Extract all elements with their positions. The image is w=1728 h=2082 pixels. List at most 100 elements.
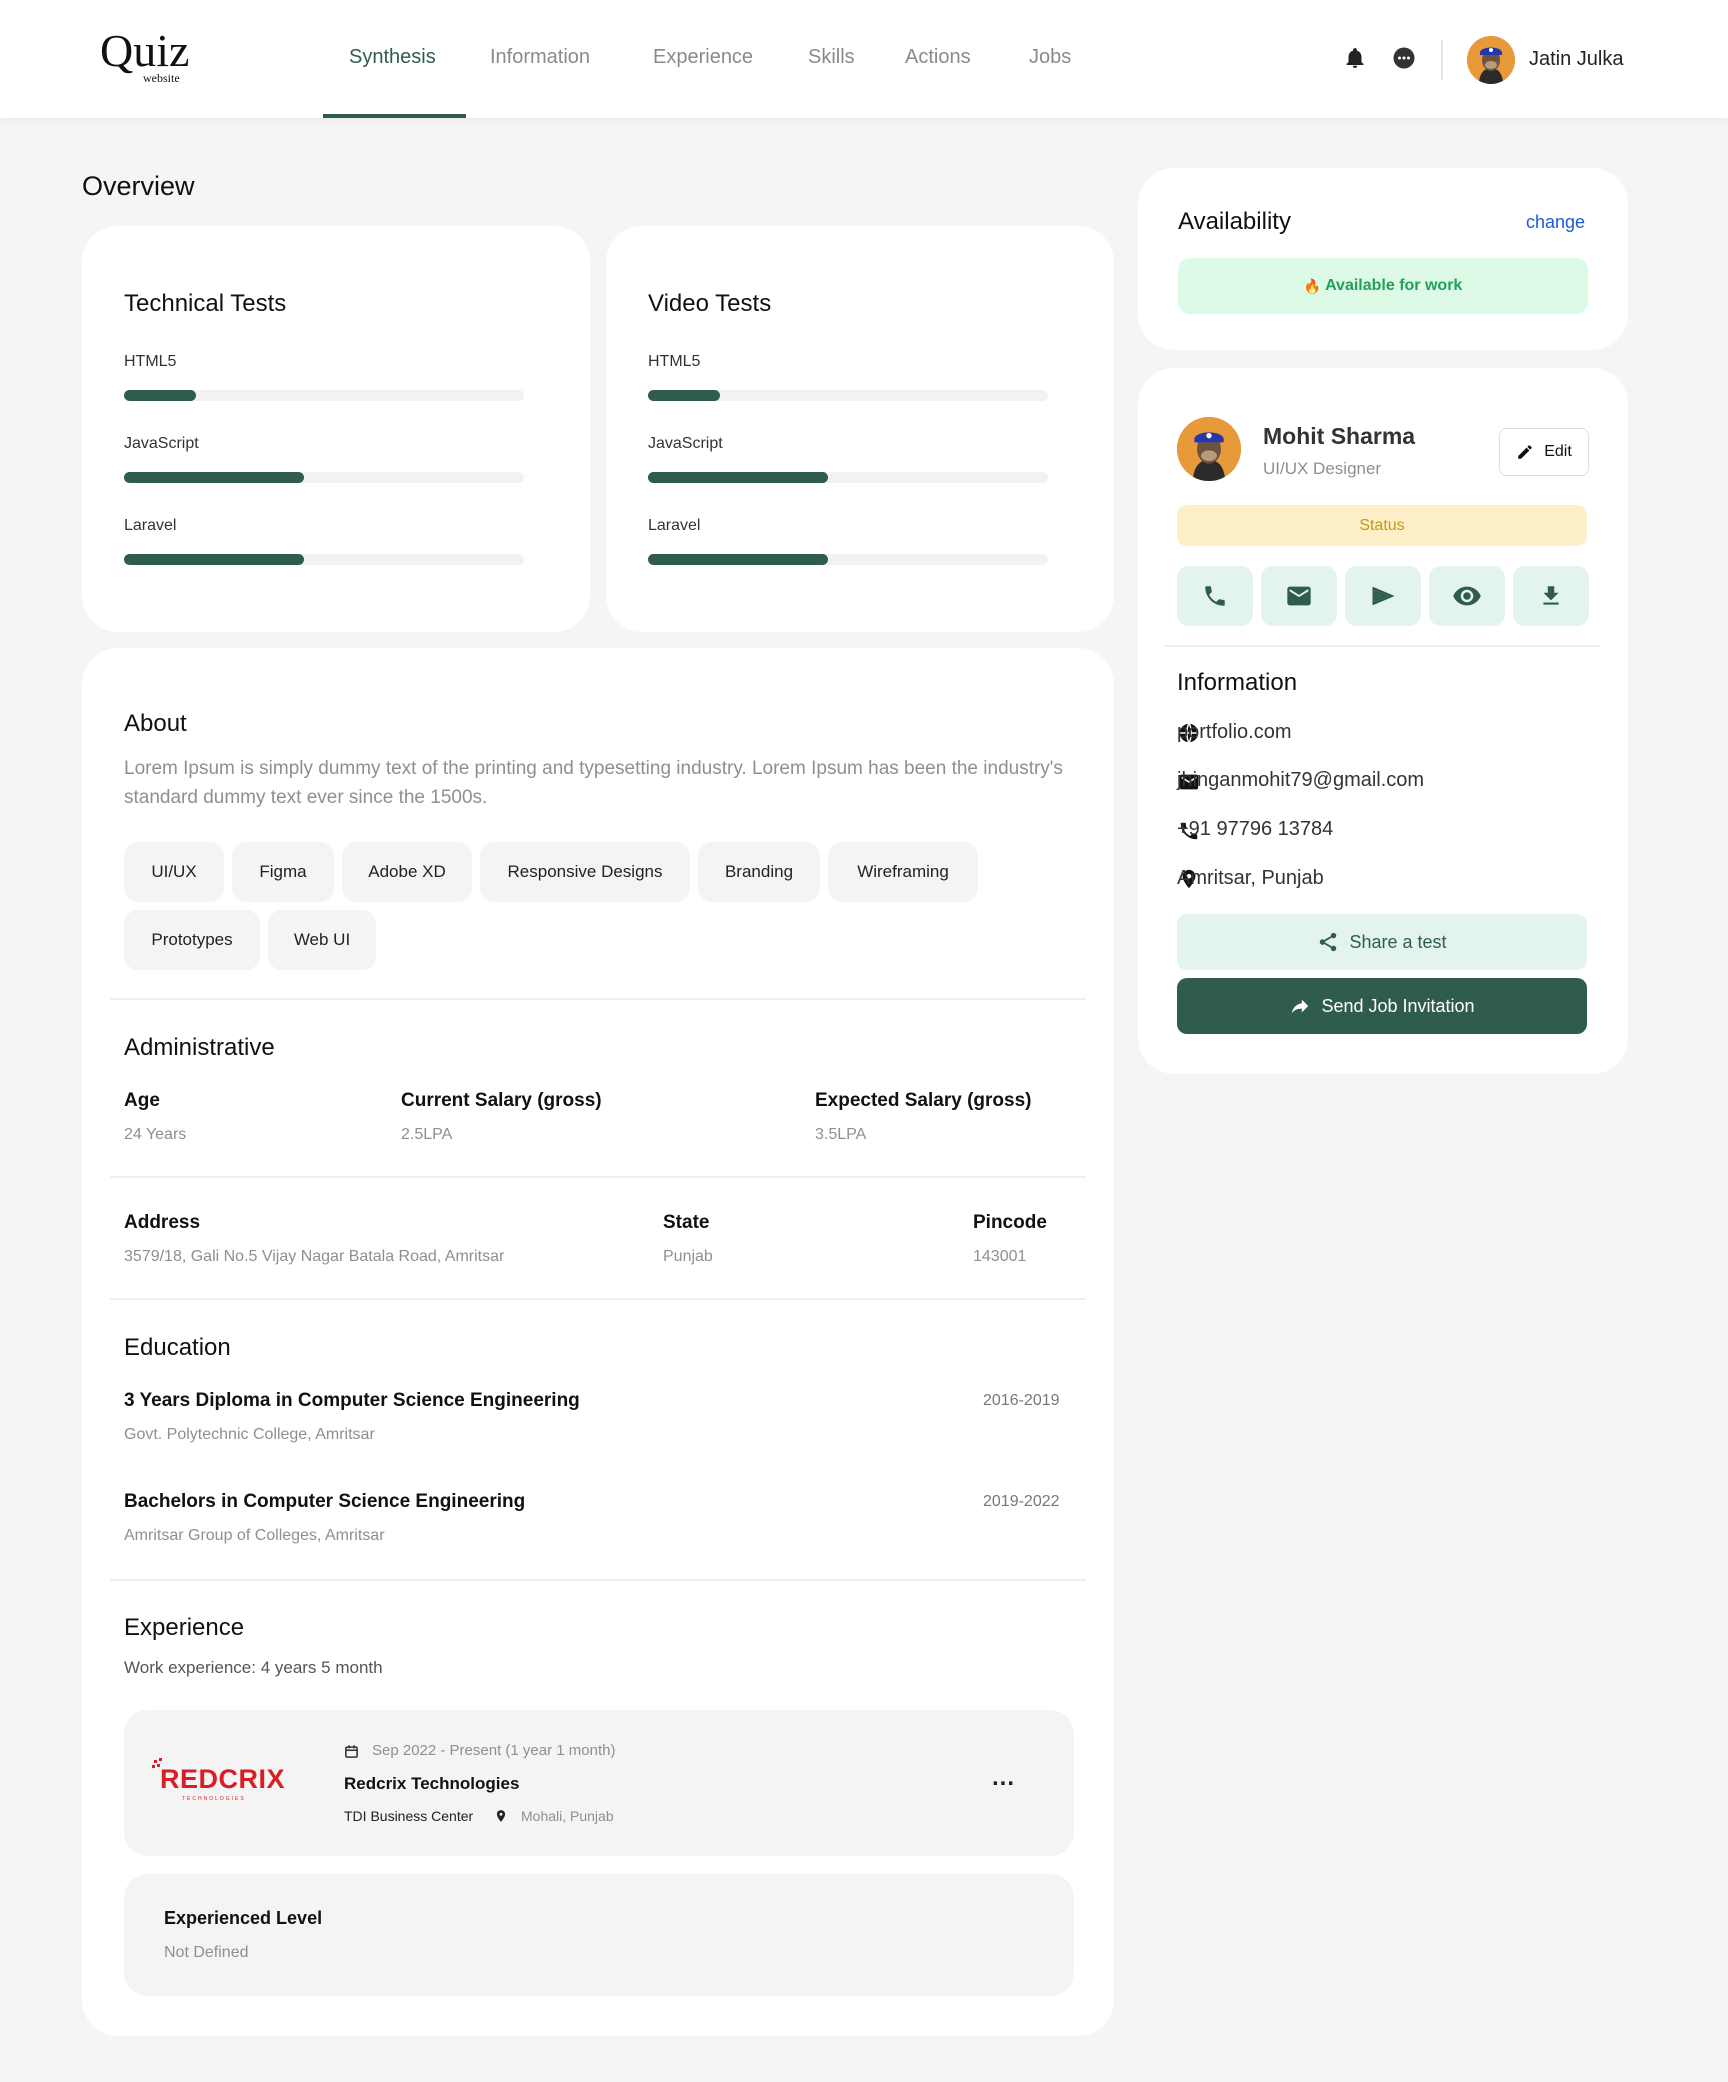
download-icon: [1543, 586, 1559, 605]
location-pin-icon: [496, 1810, 506, 1822]
availability-card: Availability change 🔥 Available for work: [1138, 168, 1628, 350]
redcrix-logo: REDCRIX TECHNOLOGIES: [152, 1758, 292, 1802]
skill-tag[interactable]: Prototypes: [124, 910, 260, 970]
chat-icon[interactable]: [1392, 46, 1416, 70]
section-divider: [110, 1298, 1086, 1300]
active-tab-indicator: [323, 114, 466, 118]
information-title: Information: [1177, 669, 1298, 696]
phone-icon: [1205, 586, 1225, 606]
profile-details-card: About Lorem Ipsum is simply dummy text o…: [82, 648, 1114, 2036]
bell-icon[interactable]: [1343, 46, 1367, 70]
skill-tag[interactable]: Figma: [232, 842, 334, 902]
top-header: Quiz website Synthesis Information Exper…: [0, 0, 1728, 118]
profile-role: UI/UX Designer: [1263, 459, 1382, 478]
video-tests-title: Video Tests: [648, 290, 772, 317]
video-test-bar: [648, 554, 1048, 565]
age-value: 24 Years: [124, 1126, 187, 1143]
progress-fill: [648, 472, 828, 483]
send-icon: [1372, 586, 1395, 606]
available-for-work-badge[interactable]: 🔥 Available for work: [1178, 258, 1588, 314]
send-invitation-label: Send Job Invitation: [1321, 995, 1475, 1016]
video-tests-card: Video Tests HTML5 JavaScript Laravel: [606, 226, 1114, 632]
skill-tags-row: UI/UX Figma Adobe XD Responsive Designs …: [124, 842, 1084, 902]
change-availability-link[interactable]: change: [1526, 212, 1585, 233]
skill-tag[interactable]: Branding: [698, 842, 820, 902]
nav-tab-synthesis[interactable]: Synthesis: [349, 46, 436, 69]
eye-icon: [1453, 586, 1481, 606]
edit-profile-button[interactable]: Edit: [1499, 428, 1589, 476]
edit-label: Edit: [1544, 443, 1572, 460]
ape-avatar-icon: [1177, 417, 1241, 481]
brand-logo[interactable]: Quiz website: [100, 25, 190, 85]
section-divider: [110, 1176, 1086, 1178]
address-value: 3579/18, Gali No.5 Vijay Nagar Batala Ro…: [124, 1248, 505, 1265]
experience-job-card[interactable]: REDCRIX TECHNOLOGIES Sep 2022 - Present …: [124, 1710, 1074, 1856]
job-location: Mohali, Punjab: [521, 1808, 614, 1824]
job-period: Sep 2022 - Present (1 year 1 month): [372, 1742, 616, 1759]
skill-tag[interactable]: Responsive Designs: [480, 842, 690, 902]
education-school: Amritsar Group of Colleges, Amritsar: [124, 1527, 385, 1544]
section-divider: [1165, 645, 1601, 647]
nav-tab-jobs[interactable]: Jobs: [1029, 46, 1071, 69]
share-test-button[interactable]: Share a test: [1177, 914, 1587, 970]
logo-subtext: TECHNOLOGIES: [182, 1796, 246, 1802]
pincode-label: Pincode: [973, 1212, 1047, 1233]
nav-tab-skills[interactable]: Skills: [808, 46, 855, 69]
education-degree: 3 Years Diploma in Computer Science Engi…: [124, 1390, 580, 1411]
state-value: Punjab: [663, 1248, 713, 1265]
user-avatar[interactable]: [1467, 36, 1515, 84]
phone-number[interactable]: +91 97796 13784: [1177, 818, 1333, 841]
education-title: Education: [124, 1334, 231, 1361]
company-name: Redcrix Technologies: [344, 1774, 520, 1793]
skill-tag[interactable]: Web UI: [268, 910, 376, 970]
call-button[interactable]: [1177, 566, 1253, 626]
header-divider: [1441, 40, 1443, 80]
nav-tab-actions[interactable]: Actions: [905, 46, 971, 69]
education-degree: Bachelors in Computer Science Engineerin…: [124, 1491, 526, 1512]
email-link[interactable]: jhinganmohit79@gmail.com: [1177, 769, 1424, 792]
overview-title: Overview: [82, 171, 195, 201]
pencil-icon: [1518, 445, 1532, 459]
experienced-level-label: Experienced Level: [164, 1908, 323, 1928]
share-icon: [1320, 932, 1337, 952]
skill-tag[interactable]: Wireframing: [828, 842, 978, 902]
technical-test-bar: [124, 390, 524, 401]
technical-test-label: HTML5: [124, 353, 177, 370]
send-job-invitation-button[interactable]: Send Job Invitation: [1177, 978, 1587, 1034]
video-test-label: JavaScript: [648, 435, 723, 452]
send-message-button[interactable]: [1345, 566, 1421, 626]
administrative-title: Administrative: [124, 1034, 275, 1061]
about-text: Lorem Ipsum is simply dummy text of the …: [124, 758, 1063, 808]
progress-fill: [124, 390, 196, 401]
more-options-button[interactable]: ...: [992, 1764, 1015, 1792]
video-test-label: HTML5: [648, 353, 701, 370]
download-button[interactable]: [1513, 566, 1589, 626]
brand-name: Quiz: [100, 25, 190, 76]
section-divider: [110, 1579, 1086, 1581]
location-text: Amritsar, Punjab: [1177, 867, 1324, 889]
view-profile-button[interactable]: [1429, 566, 1505, 626]
section-divider: [110, 998, 1086, 1000]
experienced-level-card: Experienced Level Not Defined: [124, 1874, 1074, 1996]
technical-test-label: Laravel: [124, 517, 177, 534]
fire-icon: 🔥: [1303, 277, 1322, 294]
nav-tab-experience[interactable]: Experience: [653, 46, 753, 69]
nav-tab-information[interactable]: Information: [490, 46, 590, 69]
technical-tests-title: Technical Tests: [124, 290, 287, 317]
profile-name: Mohit Sharma: [1263, 423, 1416, 449]
mail-icon: [1287, 586, 1311, 606]
state-label: State: [663, 1212, 710, 1233]
brand-tagline: website: [143, 71, 180, 85]
technical-tests-card: Technical Tests HTML5 JavaScript Laravel: [82, 226, 590, 632]
availability-status: Available for work: [1325, 277, 1463, 294]
user-name[interactable]: Jatin Julka: [1529, 48, 1624, 71]
skill-tag[interactable]: Adobe XD: [342, 842, 472, 902]
work-experience-summary: Work experience: 4 years 5 month: [124, 1658, 383, 1677]
status-badge[interactable]: Status: [1177, 505, 1587, 546]
profile-avatar: [1177, 417, 1241, 481]
current-salary-label: Current Salary (gross): [401, 1090, 602, 1111]
email-button[interactable]: [1261, 566, 1337, 626]
skill-tag[interactable]: UI/UX: [124, 842, 224, 902]
website-link[interactable]: portfolio.com: [1177, 721, 1292, 744]
technical-test-bar: [124, 554, 524, 565]
